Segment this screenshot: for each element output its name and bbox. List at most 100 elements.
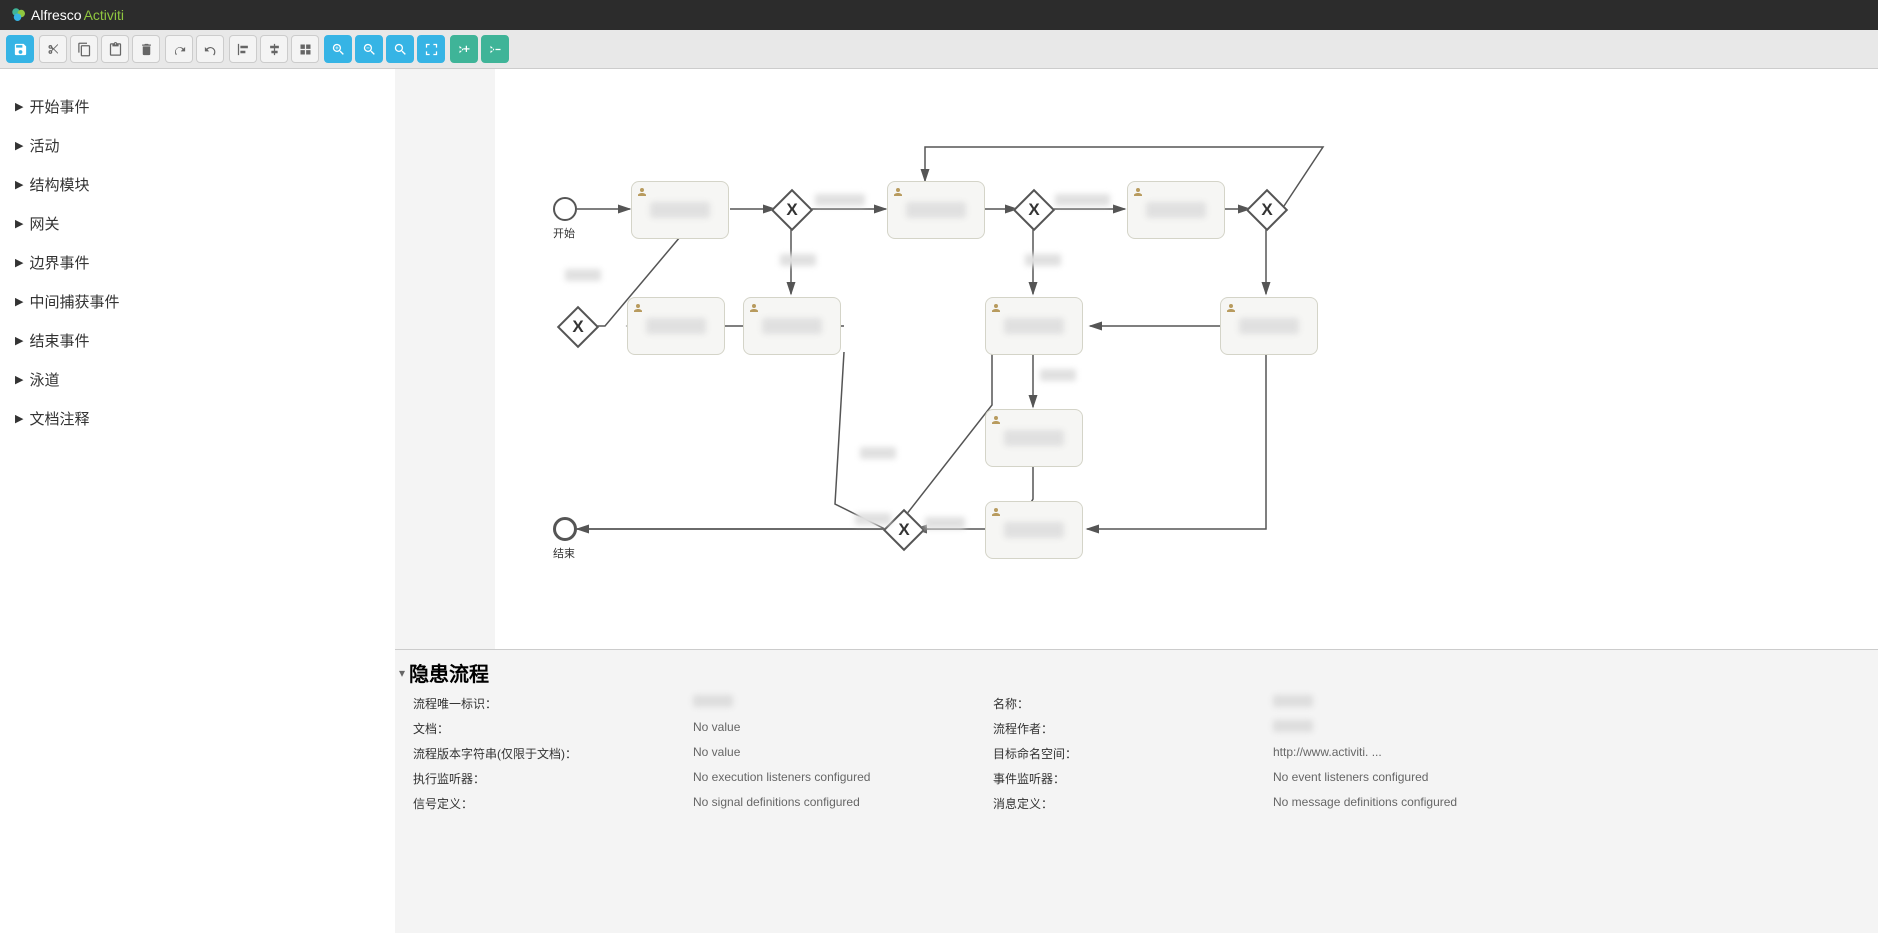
property-label: 流程版本字符串(仅限于文档)： <box>413 745 693 762</box>
user-icon <box>990 505 1002 517</box>
property-value[interactable] <box>1273 720 1573 737</box>
caret-right-icon: ▶ <box>15 334 23 347</box>
user-icon <box>892 185 904 197</box>
user-icon <box>1132 185 1144 197</box>
properties-header[interactable]: ▾ 隐患流程 <box>395 650 1878 695</box>
palette-label: 结构模块 <box>29 174 89 195</box>
property-value[interactable]: http://www.activiti. ... <box>1273 745 1573 762</box>
user-icon <box>632 301 644 313</box>
canvas-area[interactable]: 开始 结束 X X X X X <box>395 69 1878 933</box>
zoom-out-button[interactable] <box>355 35 383 63</box>
palette-catch-events[interactable]: ▶ 中间捕获事件 <box>15 282 380 321</box>
flow-label <box>1055 194 1110 206</box>
exclusive-gateway[interactable]: X <box>771 189 813 231</box>
property-value[interactable]: No signal definitions configured <box>693 795 993 812</box>
caret-right-icon: ▶ <box>15 373 23 386</box>
property-value[interactable]: No value <box>693 720 993 737</box>
palette-label: 活动 <box>29 135 59 156</box>
bendpoint-add-button[interactable] <box>450 35 478 63</box>
property-label: 流程作者： <box>993 720 1273 737</box>
property-value[interactable] <box>693 695 993 712</box>
align-size-button[interactable] <box>291 35 319 63</box>
bendpoint-remove-button[interactable] <box>481 35 509 63</box>
user-icon <box>1225 301 1237 313</box>
flow-label <box>1040 369 1076 381</box>
user-icon <box>990 413 1002 425</box>
undo-button[interactable] <box>196 35 224 63</box>
palette-label: 网关 <box>29 213 59 234</box>
user-task[interactable] <box>985 409 1083 467</box>
property-label: 流程唯一标识： <box>413 695 693 712</box>
end-event-label: 结束 <box>553 545 575 561</box>
palette-structural[interactable]: ▶ 结构模块 <box>15 165 380 204</box>
user-task[interactable] <box>887 181 985 239</box>
properties-panel: ▾ 隐患流程 流程唯一标识：名称：文档：No value流程作者：流程版本字符串… <box>395 649 1878 829</box>
property-value[interactable]: No value <box>693 745 993 762</box>
zoom-fit-button[interactable] <box>417 35 445 63</box>
palette-sidebar: ▶开始事件 ▶活动 ▶结构模块 ▶网关 ▶边界事件 ▶中间捕获事件 ▶结束事件 … <box>0 69 395 933</box>
palette-boundary-events[interactable]: ▶ 边界事件 <box>15 243 380 282</box>
flow-label <box>815 194 865 206</box>
property-value[interactable]: No execution listeners configured <box>693 770 993 787</box>
palette-swimlanes[interactable]: ▶泳道 <box>15 360 380 399</box>
user-icon <box>636 185 648 197</box>
zoom-in-button[interactable] <box>324 35 352 63</box>
user-task[interactable] <box>1127 181 1225 239</box>
exclusive-gateway[interactable]: X <box>1246 189 1288 231</box>
exclusive-gateway[interactable]: X <box>557 306 599 348</box>
align-center-button[interactable] <box>260 35 288 63</box>
start-event[interactable] <box>553 197 577 221</box>
end-event[interactable] <box>553 517 577 541</box>
user-icon <box>990 301 1002 313</box>
user-task[interactable] <box>627 297 725 355</box>
save-button[interactable] <box>6 35 34 63</box>
exclusive-gateway[interactable]: X <box>1013 189 1055 231</box>
user-task[interactable] <box>743 297 841 355</box>
align-left-button[interactable] <box>229 35 257 63</box>
redo-button[interactable] <box>165 35 193 63</box>
flow-label <box>1025 254 1061 266</box>
palette-label: 边界事件 <box>29 252 89 273</box>
caret-right-icon: ▶ <box>15 256 23 269</box>
flow-label <box>855 513 891 525</box>
user-task[interactable] <box>631 181 729 239</box>
diagram-canvas[interactable]: 开始 结束 X X X X X <box>495 69 1878 649</box>
palette-activities[interactable]: ▶ 活动 <box>15 126 380 165</box>
zoom-reset-button[interactable] <box>386 35 414 63</box>
property-value[interactable]: No event listeners configured <box>1273 770 1573 787</box>
palette-annotations[interactable]: ▶ 文档注释 <box>15 399 380 438</box>
user-task[interactable] <box>985 297 1083 355</box>
paste-button[interactable] <box>101 35 129 63</box>
logo-icon <box>10 6 28 24</box>
caret-right-icon: ▶ <box>15 217 23 230</box>
caret-right-icon: ▶ <box>15 178 23 191</box>
caret-right-icon: ▶ <box>15 139 23 152</box>
copy-button[interactable] <box>70 35 98 63</box>
property-value[interactable]: No message definitions configured <box>1273 795 1573 812</box>
flow-label <box>860 447 896 459</box>
palette-label: 文档注释 <box>29 408 89 429</box>
delete-button[interactable] <box>132 35 160 63</box>
property-label: 目标命名空间： <box>993 745 1273 762</box>
brand-activiti: Activiti <box>84 7 124 23</box>
toolbar <box>0 30 1878 69</box>
user-task[interactable] <box>1220 297 1318 355</box>
cut-button[interactable] <box>39 35 67 63</box>
flow-label <box>565 269 601 281</box>
brand-alfresco: Alfresco <box>31 7 82 23</box>
property-label: 消息定义： <box>993 795 1273 812</box>
caret-right-icon: ▶ <box>15 100 23 113</box>
property-value[interactable] <box>1273 695 1573 712</box>
user-icon <box>748 301 760 313</box>
caret-right-icon: ▶ <box>15 295 23 308</box>
palette-end-events[interactable]: ▶结束事件 <box>15 321 380 360</box>
user-task[interactable] <box>985 501 1083 559</box>
palette-label: 中间捕获事件 <box>29 291 119 312</box>
caret-right-icon: ▶ <box>15 412 23 425</box>
flow-label <box>925 517 965 529</box>
palette-gateways[interactable]: ▶ 网关 <box>15 204 380 243</box>
start-event-label: 开始 <box>553 225 575 241</box>
property-label: 信号定义： <box>413 795 693 812</box>
palette-label: 开始事件 <box>29 96 89 117</box>
palette-start-events[interactable]: ▶ 开始事件 <box>15 87 380 126</box>
